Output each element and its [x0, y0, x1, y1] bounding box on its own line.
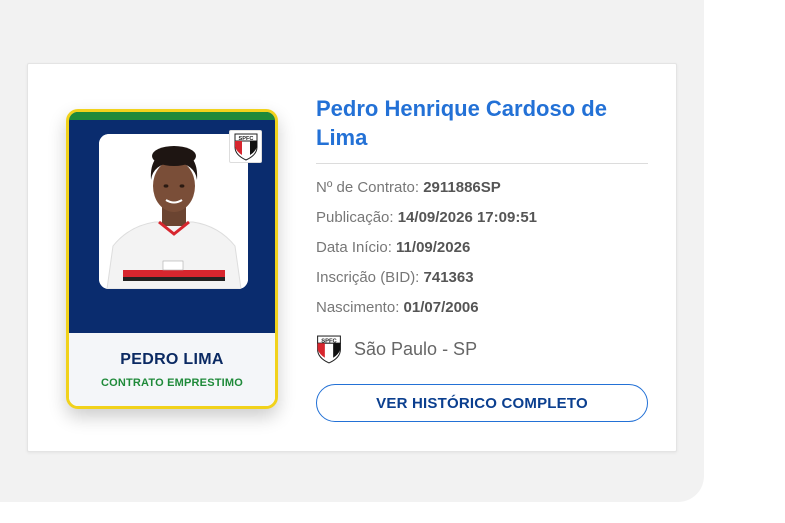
info-value: 14/09/2026 17:09:51	[397, 209, 538, 226]
info-value: 11/09/2026	[396, 239, 471, 256]
contract-status: CONTRATO EMPRESTIMO	[100, 377, 244, 389]
info-start-date: Data Início: 11/09/2026	[316, 239, 470, 256]
info-value: 01/07/2006	[403, 299, 479, 316]
player-card-footer: PEDRO LIMA CONTRATO EMPRESTIMO	[69, 333, 275, 406]
info-value: 2911886SP	[423, 179, 501, 196]
club-shield-icon: SPFC	[229, 130, 262, 163]
info-publication: Publicação: 14/09/2026 17:09:51	[316, 209, 537, 226]
divider	[316, 163, 648, 164]
info-label: Inscrição (BID):	[316, 269, 424, 286]
player-card-header: SPFC	[69, 112, 275, 333]
club-name: São Paulo - SP	[354, 339, 478, 359]
player-photo	[99, 134, 248, 289]
info-label: Data Início:	[316, 239, 397, 256]
player-short-name: PEDRO LIMA	[120, 351, 224, 368]
info-value: 741363	[423, 269, 474, 286]
player-card[interactable]: SPFC PEDRO LIMA CONTRATO EMPRESTIMO	[66, 109, 278, 409]
info-contract-number: Nº de Contrato: 2911886SP	[316, 179, 501, 196]
player-photo-image	[99, 134, 248, 289]
info-label: Publicação:	[316, 209, 398, 226]
club-info: SPFC São Paulo - SP	[316, 335, 477, 364]
contract-card: SPFC PEDRO LIMA CONTRATO EMPRESTIMO Pedr…	[27, 63, 677, 452]
player-full-name[interactable]: Pedro Henrique Cardoso de Lima	[316, 94, 661, 152]
view-full-history-button[interactable]: VER HISTÓRICO COMPLETO	[316, 384, 648, 422]
info-bid-registration: Inscrição (BID): 741363	[316, 269, 474, 286]
club-shield-icon: SPFC	[316, 335, 342, 364]
info-birth-date: Nascimento: 01/07/2006	[316, 299, 479, 316]
info-label: Nascimento:	[316, 299, 404, 316]
info-label: Nº de Contrato:	[316, 179, 424, 196]
green-strip	[69, 112, 275, 120]
